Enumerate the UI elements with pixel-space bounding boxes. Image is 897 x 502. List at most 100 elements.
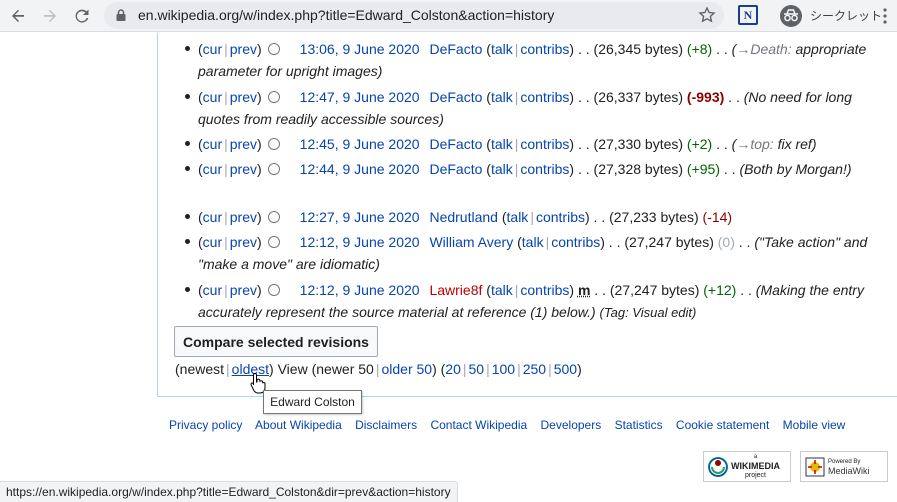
revision-timestamp[interactable]: 12:12, 9 June 2020 — [300, 234, 420, 250]
reload-icon[interactable] — [70, 4, 94, 28]
prev-link[interactable]: prev — [230, 234, 257, 250]
revision-timestamp[interactable]: 12:47, 9 June 2020 — [300, 89, 420, 105]
footer-about-link[interactable]: About Wikipedia — [255, 418, 342, 432]
talk-link[interactable]: talk — [491, 89, 513, 105]
prev-link[interactable]: prev — [230, 209, 257, 225]
revision-radio[interactable] — [267, 91, 280, 103]
revision-timestamp[interactable]: 12:45, 9 June 2020 — [300, 136, 420, 152]
prev-link[interactable]: prev — [230, 136, 257, 152]
prev-link[interactable]: prev — [230, 161, 257, 177]
revision-radio[interactable] — [267, 211, 280, 223]
revision-row: (cur | prev) 12:47, 9 June 2020 DeFacto (ta… — [185, 86, 878, 130]
talk-link[interactable]: talk — [522, 234, 544, 250]
contribs-link[interactable]: contribs — [551, 234, 600, 250]
contribs-link[interactable]: contribs — [520, 161, 569, 177]
wikimedia-badge[interactable]: a WIKIMEDIA project — [703, 451, 791, 482]
cur-link[interactable]: cur — [203, 136, 222, 152]
revision-radio[interactable] — [267, 43, 280, 55]
user-link[interactable]: DeFacto — [429, 41, 482, 57]
cur-link[interactable]: cur — [203, 89, 222, 105]
visual-edit-tag[interactable]: (Tag: Visual edit) — [600, 305, 697, 320]
wikimedia-sub: project — [744, 472, 766, 479]
talk-link[interactable]: talk — [491, 136, 513, 152]
talk-link[interactable]: talk — [507, 209, 529, 225]
user-link[interactable]: Nedrutland — [429, 209, 498, 225]
revision-size: (26,345 bytes) — [593, 41, 684, 57]
talk-link[interactable]: talk — [491, 41, 513, 57]
address-url[interactable]: en.wikipedia.org/w/index.php?title=Edwar… — [138, 7, 554, 23]
revision-size: (26,337 bytes) — [593, 89, 684, 105]
revision-timestamp[interactable]: 13:06, 9 June 2020 — [300, 41, 420, 57]
bullet — [185, 141, 190, 146]
history-pager: (newest | oldest) View (newer 50 | older 50)… — [175, 361, 582, 377]
limit-500-link[interactable]: 500 — [554, 361, 577, 377]
prev-link[interactable]: prev — [230, 282, 257, 298]
user-link[interactable]: DeFacto — [429, 89, 482, 105]
menu-dots-icon[interactable] — [882, 6, 888, 26]
footer-contact-link[interactable]: Contact Wikipedia — [430, 418, 527, 432]
summary-text: fix ref) — [773, 136, 817, 152]
address-bar[interactable]: en.wikipedia.org/w/index.php?title=Edwar… — [104, 2, 724, 29]
footer-developers-link[interactable]: Developers — [541, 418, 602, 432]
bullet — [185, 94, 190, 99]
section-arrow-link[interactable]: →Death: — [736, 41, 791, 57]
bookmark-star-icon[interactable] — [698, 6, 716, 24]
footer-cookie-link[interactable]: Cookie statement — [676, 418, 769, 432]
bullet — [185, 214, 190, 219]
footer-mobile-link[interactable]: Mobile view — [783, 418, 846, 432]
user-link[interactable]: DeFacto — [429, 161, 482, 177]
revision-row: (cur | prev) 12:12, 9 June 2020 Lawrie8f (t… — [185, 279, 878, 324]
revision-row: (cur | prev) 12:12, 9 June 2020 William Ave… — [185, 231, 878, 275]
limit-100-link[interactable]: 100 — [492, 361, 515, 377]
talk-link[interactable]: talk — [491, 161, 513, 177]
cur-link[interactable]: cur — [203, 161, 222, 177]
footer-disclaimers-link[interactable]: Disclaimers — [355, 418, 417, 432]
contribs-link[interactable]: contribs — [536, 209, 585, 225]
contribs-link[interactable]: contribs — [520, 282, 569, 298]
revision-radio[interactable] — [267, 236, 280, 248]
limit-20-link[interactable]: 20 — [445, 361, 461, 377]
mediawiki-badge[interactable]: Powered By MediaWiki — [800, 451, 888, 482]
revision-size: (27,328 bytes) — [593, 161, 684, 177]
size-diff: (+12) — [703, 282, 737, 298]
limit-250-link[interactable]: 250 — [523, 361, 546, 377]
cur-link[interactable]: cur — [203, 41, 222, 57]
size-diff: (+8) — [686, 41, 713, 57]
older-link[interactable]: older 50 — [381, 361, 432, 377]
user-redlink[interactable]: Lawrie8f — [429, 282, 482, 298]
revision-radio[interactable] — [267, 163, 280, 175]
edit-summary: (→top: fix ref) — [732, 136, 817, 152]
contribs-link[interactable]: contribs — [520, 41, 569, 57]
cur-link[interactable]: cur — [203, 234, 222, 250]
cur-link[interactable]: cur — [203, 282, 222, 298]
extension-icon[interactable]: N — [738, 5, 758, 25]
limit-50-link[interactable]: 50 — [469, 361, 485, 377]
back-icon[interactable] — [6, 4, 30, 28]
revision-radio[interactable] — [267, 138, 280, 150]
compare-revisions-button[interactable]: Compare selected revisions — [174, 326, 378, 357]
size-diff: (0) — [717, 234, 735, 250]
extension-letter: N — [743, 7, 753, 22]
revision-timestamp[interactable]: 12:27, 9 June 2020 — [300, 209, 420, 225]
cur-link[interactable]: cur — [203, 209, 222, 225]
user-link[interactable]: William Avery — [429, 234, 513, 250]
section-arrow-link[interactable]: →top: — [736, 136, 773, 152]
prev-link[interactable]: prev — [230, 41, 257, 57]
footer-privacy-link[interactable]: Privacy policy — [169, 418, 242, 432]
prev-link[interactable]: prev — [230, 89, 257, 105]
incognito-icon — [780, 4, 802, 27]
user-link[interactable]: DeFacto — [429, 136, 482, 152]
contribs-link[interactable]: contribs — [520, 89, 569, 105]
incognito-indicator[interactable]: シークレット — [776, 2, 882, 29]
footer-statistics-link[interactable]: Statistics — [615, 418, 663, 432]
footer-links: Privacy policy About Wikipedia Disclaime… — [169, 418, 855, 432]
revision-timestamp[interactable]: 12:44, 9 June 2020 — [300, 161, 420, 177]
bullet — [185, 287, 190, 292]
wikimedia-name: WIKIMEDIA — [731, 461, 780, 471]
revision-radio[interactable] — [267, 284, 280, 296]
view-label: View — [277, 361, 308, 377]
revision-timestamp[interactable]: 12:12, 9 June 2020 — [300, 282, 420, 298]
contribs-link[interactable]: contribs — [520, 136, 569, 152]
forward-icon[interactable] — [38, 4, 62, 28]
talk-link[interactable]: talk — [491, 282, 513, 298]
